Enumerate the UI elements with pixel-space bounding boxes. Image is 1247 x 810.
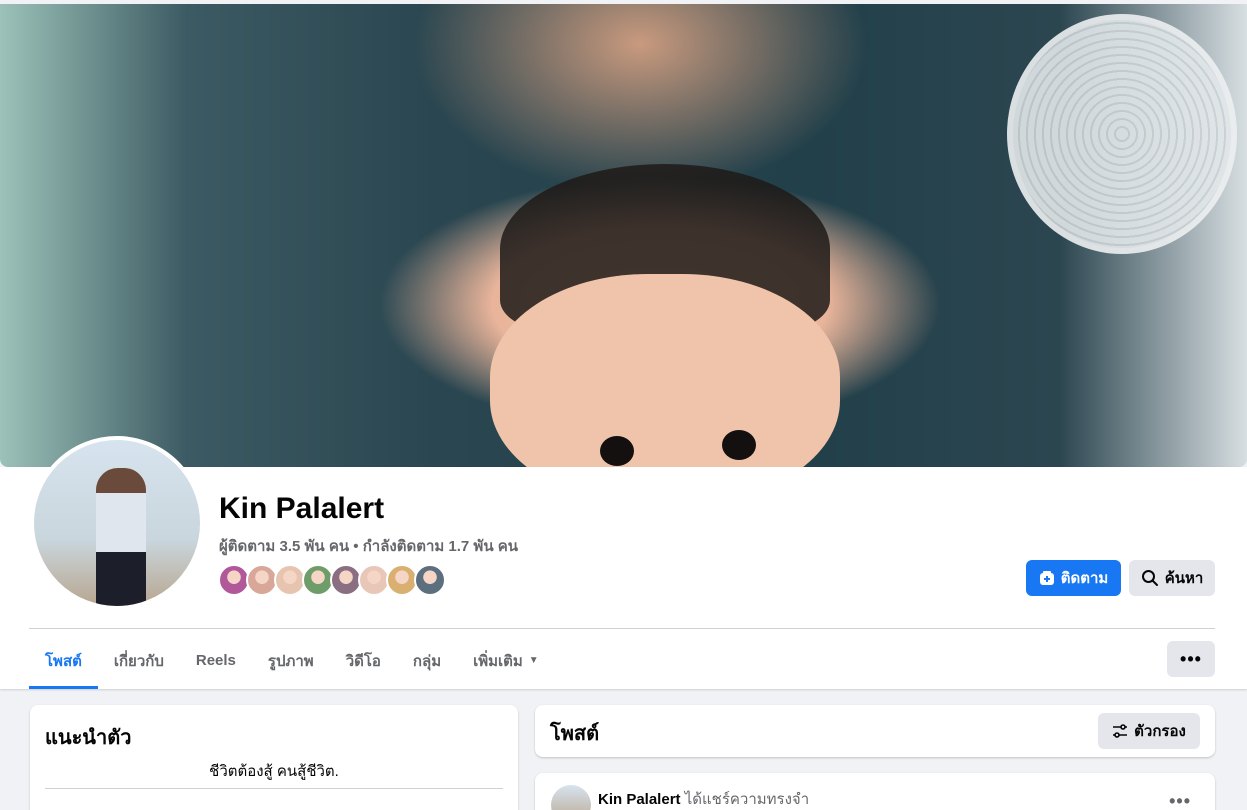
tab-label: กลุ่ม <box>412 652 442 670</box>
cover-child-face <box>490 274 840 467</box>
cover-fan-detail <box>1007 14 1237 254</box>
filter-button-label: ตัวกรอง <box>1134 723 1186 740</box>
profile-avatar[interactable] <box>30 436 204 610</box>
tab-videos[interactable]: วิดีโอ <box>330 632 397 689</box>
intro-bio: ชีวิตต้องสู้ คนสู้ชีวิต. <box>209 763 339 780</box>
intro-title: แนะนำตัว <box>45 727 132 749</box>
tab-label: รูปภาพ <box>267 652 314 670</box>
profile-name: Kin Palalert <box>219 492 385 525</box>
tab-groups[interactable]: กลุ่ม <box>397 632 457 689</box>
cover-photo[interactable] <box>0 4 1247 467</box>
tab-label: เพิ่มเติม <box>473 652 523 670</box>
tab-label: โพสต์ <box>45 652 82 670</box>
tab-posts[interactable]: โพสต์ <box>29 632 98 689</box>
profile-page: Kin Palalert ผู้ติดตาม 3.5 พัน คน • กำลั… <box>0 0 1247 810</box>
tab-label: วิดีโอ <box>345 652 381 670</box>
filter-button[interactable]: ตัวกรอง <box>1098 713 1200 749</box>
header-divider <box>29 628 1215 629</box>
profile-more-button[interactable]: ••• <box>1167 641 1215 677</box>
follow-button[interactable]: ติดตาม <box>1026 560 1121 596</box>
profile-tabs: โพสต์ เกี่ยวกับ Reels รูปภาพ วิดีโอ กลุ่… <box>29 632 555 689</box>
tab-more[interactable]: เพิ่มเติม ▼ <box>457 632 555 689</box>
post-author-line: Kin Palalert ได้แชร์ความทรงจำ <box>598 787 809 810</box>
tab-about[interactable]: เกี่ยวกับ <box>98 632 180 689</box>
cover-eye-right <box>722 430 756 460</box>
tab-label: เกี่ยวกับ <box>113 652 164 670</box>
post-author-name[interactable]: Kin Palalert <box>598 791 681 808</box>
tab-photos[interactable]: รูปภาพ <box>252 632 330 689</box>
post-more-button[interactable]: ••• <box>1169 791 1191 810</box>
sliders-icon <box>1112 723 1128 739</box>
search-button-label: ค้นหา <box>1164 570 1204 587</box>
posts-header-card: โพสต์ ตัวกรอง <box>535 705 1215 757</box>
search-icon <box>1141 569 1159 587</box>
tab-label: Reels <box>195 652 236 669</box>
friend-avatar[interactable] <box>414 564 446 596</box>
intro-card: แนะนำตัว ชีวิตต้องสู้ คนสู้ชีวิต. <box>30 705 518 810</box>
follow-button-label: ติดตาม <box>1060 570 1109 587</box>
cover-eye-left <box>600 436 634 466</box>
post-card: Kin Palalert ได้แชร์ความทรงจำ ••• <box>535 773 1215 810</box>
avatar-person <box>96 468 146 606</box>
post-author-avatar[interactable] <box>551 785 591 810</box>
follower-stats[interactable]: ผู้ติดตาม 3.5 พัน คน • กำลังติดตาม 1.7 พ… <box>219 534 518 558</box>
user-plus-icon <box>1039 570 1055 586</box>
tab-reels[interactable]: Reels <box>180 632 252 689</box>
posts-title: โพสต์ <box>550 723 600 745</box>
intro-divider <box>45 788 503 789</box>
search-button[interactable]: ค้นหา <box>1129 560 1215 596</box>
friend-avatars <box>218 564 446 596</box>
post-action-text: ได้แชร์ความทรงจำ <box>684 791 810 808</box>
caret-down-icon: ▼ <box>528 655 539 666</box>
